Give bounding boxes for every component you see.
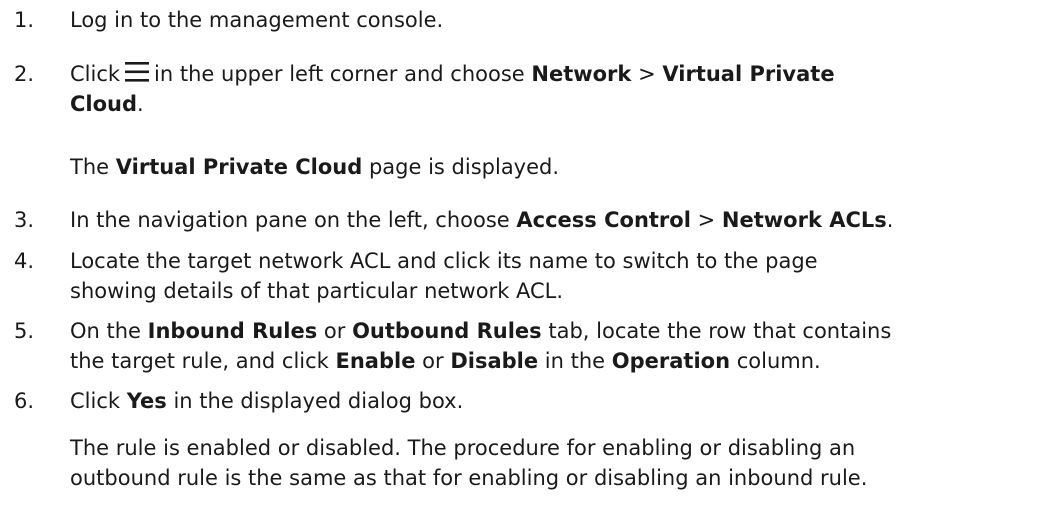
ui-term-network: Network	[531, 62, 632, 86]
step-number: 5.	[14, 319, 35, 343]
step-text: In the navigation pane on the left, choo…	[70, 205, 1045, 235]
step-line: showing details of that particular netwo…	[70, 279, 564, 303]
step-word: in the displayed dialog box.	[173, 389, 464, 413]
ui-term-inbound-rules: Inbound Rules	[147, 319, 318, 343]
step-word: .	[886, 208, 894, 232]
ui-term-yes: Yes	[126, 389, 167, 413]
step-line: Locate the target network ACL and click …	[70, 249, 818, 273]
result-word: The	[70, 155, 110, 179]
step-text: Log in to the management console.	[70, 5, 1045, 35]
step-2-result: The Virtual Private Cloud page is displa…	[70, 152, 1045, 182]
result-word: page is displayed.	[368, 155, 560, 179]
ui-term-operation: Operation	[611, 349, 731, 373]
step-line: In the navigation pane on the left, choo…	[70, 205, 1045, 235]
step-word: .	[137, 92, 144, 116]
step-number: 6.	[14, 389, 35, 413]
step-word: tab, locate the row that contains	[548, 319, 892, 343]
ui-term-vpc: Virtual Private	[662, 62, 835, 86]
menu-icon	[124, 61, 150, 83]
step-text: Click in the upper left corner and choose…	[70, 59, 1045, 119]
step-line: On the Inbound Rules or Outbound Rules t…	[70, 316, 1045, 346]
step-number: 2.	[14, 62, 35, 86]
ui-term-network-acls: Network ACLs	[721, 208, 887, 232]
procedure-steps: 1. Log in to the management console. 2. …	[0, 0, 1057, 508]
path-separator: >	[697, 208, 716, 232]
ui-term-vpc: Cloud	[70, 92, 138, 116]
step-word: or	[422, 349, 444, 373]
step-word: or	[323, 319, 346, 343]
step-word: column.	[736, 349, 821, 373]
step-number: 1.	[14, 8, 35, 32]
step-number: 3.	[14, 208, 35, 232]
step-line: Click in the upper left corner and choose…	[70, 59, 1045, 89]
ui-term-access-control: Access Control	[516, 208, 691, 232]
step-6-result: The rule is enabled or disabled. The pro…	[70, 433, 1045, 493]
step-line: Cloud.	[70, 89, 1045, 119]
ui-term-outbound-rules: Outbound Rules	[352, 319, 542, 343]
result-line: outbound rule is the same as that for en…	[70, 466, 868, 490]
step-text: On the Inbound Rules or Outbound Rules t…	[70, 316, 1045, 376]
step-word: Click	[70, 62, 121, 86]
path-separator: >	[638, 62, 656, 86]
step-word: in the	[544, 349, 606, 373]
ui-term-disable: Disable	[450, 349, 539, 373]
ui-term-vpc-page: Virtual Private Cloud	[115, 155, 363, 179]
result-line: The rule is enabled or disabled. The pro…	[70, 436, 856, 460]
step-word: the target rule, and click	[70, 349, 329, 373]
step-word: Click	[70, 389, 121, 413]
step-line: Log in to the management console.	[70, 8, 444, 32]
step-number: 4.	[14, 249, 35, 273]
step-line: Click Yes in the displayed dialog box.	[70, 386, 1045, 416]
step-line: the target rule, and click Enable or Dis…	[70, 346, 1045, 376]
step-word: in the upper left corner and choose	[154, 62, 525, 86]
ui-term-enable: Enable	[335, 349, 416, 373]
step-word: On the	[70, 319, 141, 343]
step-word: In the navigation pane on the left, choo…	[70, 208, 510, 232]
step-text: Click Yes in the displayed dialog box.	[70, 386, 1045, 416]
step-text: Locate the target network ACL and click …	[70, 246, 1045, 306]
